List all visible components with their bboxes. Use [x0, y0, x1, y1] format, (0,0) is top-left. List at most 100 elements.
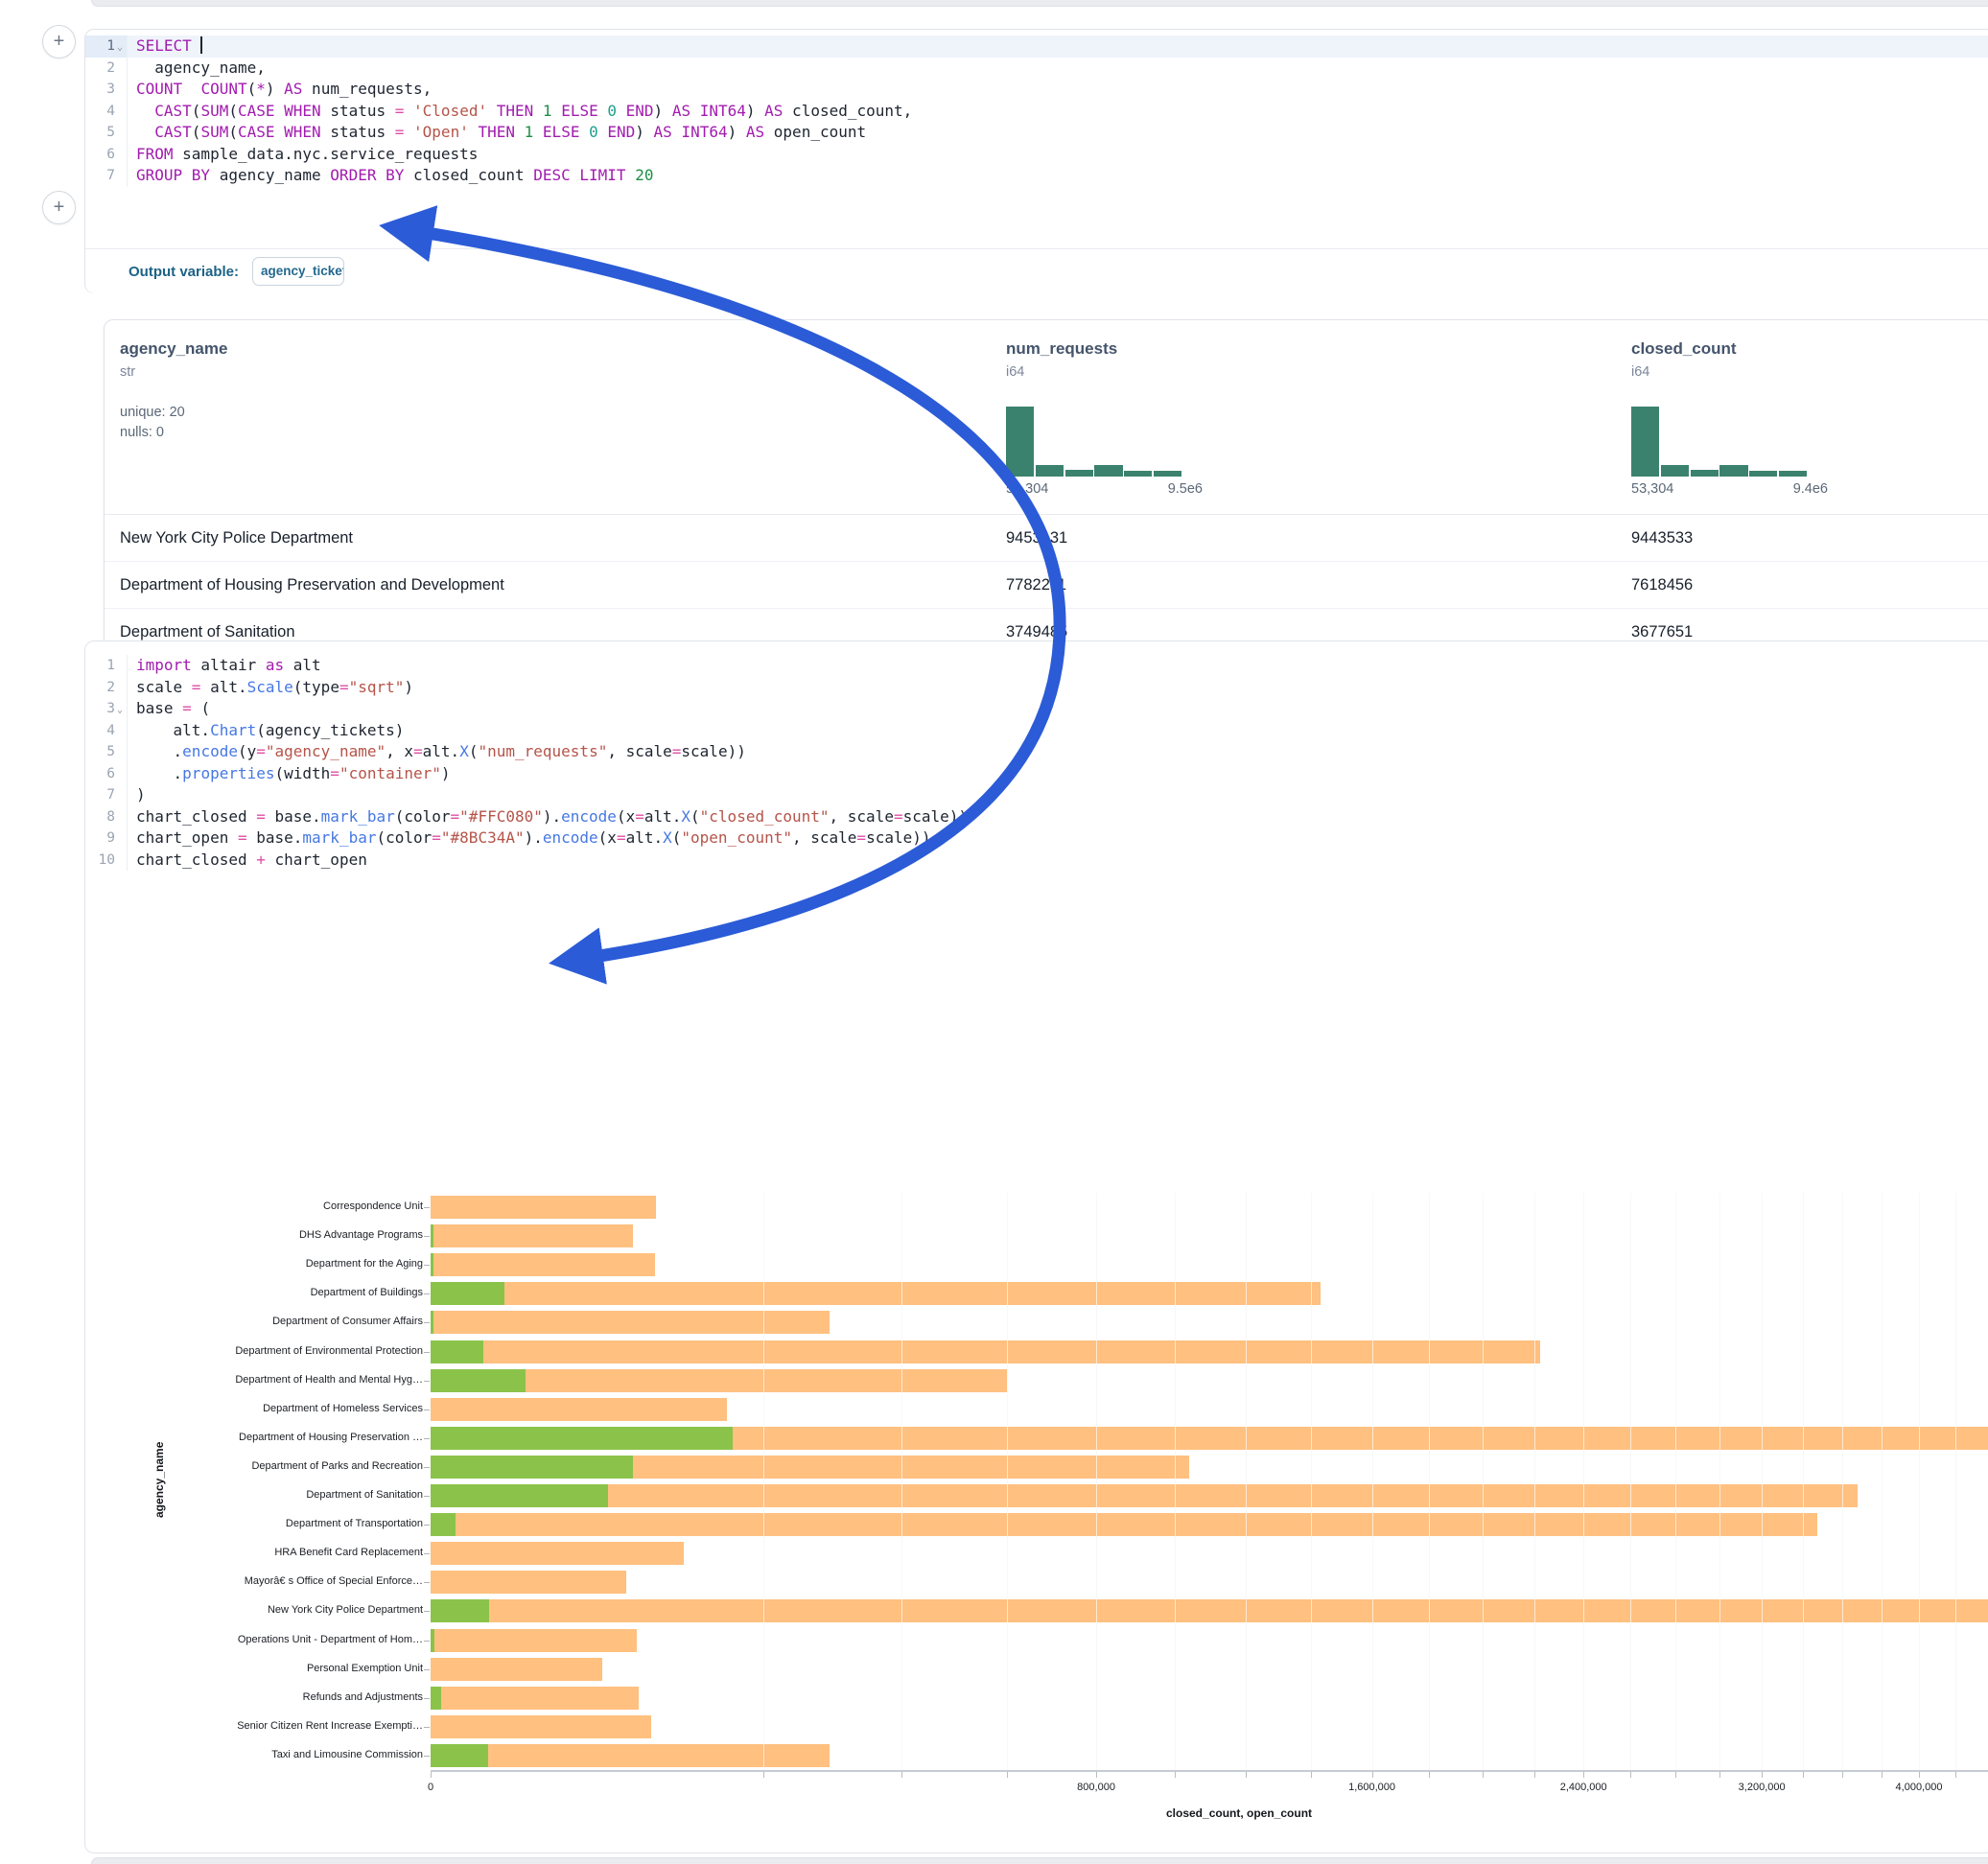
- bar-closed-count[interactable]: [431, 1513, 1817, 1536]
- sql-cell: 1⌄SELECT 2 agency_name,3COUNT COUNT(*) A…: [84, 29, 1988, 293]
- y-axis-tick: [424, 1352, 430, 1353]
- x-axis-tick: [1762, 1772, 1763, 1778]
- code-line[interactable]: 6FROM sample_data.nyc.service_requests: [85, 144, 1988, 166]
- table-cell: 7618456: [1631, 562, 1693, 609]
- bar-closed-count[interactable]: [431, 1658, 602, 1681]
- y-axis-tick: [424, 1293, 430, 1294]
- line-number: 6: [85, 144, 128, 166]
- fold-chevron-icon[interactable]: ⌄: [117, 37, 123, 59]
- histogram-bin: [1719, 465, 1747, 477]
- chart-gridline-overlay: [763, 1193, 764, 1770]
- column-stats: unique: 20nulls: 0: [120, 403, 408, 443]
- y-axis-title: agency_name: [152, 1442, 166, 1518]
- x-axis-tick: [1919, 1772, 1920, 1778]
- line-number: 1⌄: [85, 35, 128, 58]
- bar-open-count[interactable]: [431, 1311, 433, 1334]
- code-line[interactable]: 1⌄SELECT: [85, 35, 1988, 58]
- add-cell-button-top[interactable]: +: [42, 25, 76, 58]
- bar-open-count[interactable]: [431, 1369, 526, 1392]
- chart-gridline-overlay: [1719, 1193, 1720, 1770]
- line-number: 4: [85, 101, 128, 123]
- column-header-closed_count[interactable]: closed_counti6453,3049.4e6: [1631, 320, 1919, 514]
- y-axis-label: Department of Environmental Protection: [135, 1345, 423, 1357]
- chart-gridline-overlay: [1246, 1193, 1247, 1770]
- bar-closed-count[interactable]: [431, 1571, 626, 1594]
- table-cell: 9453131: [1006, 515, 1067, 562]
- y-axis-tick: [424, 1698, 430, 1699]
- x-axis-tick: [1175, 1772, 1176, 1778]
- code-line[interactable]: 2 agency_name,: [85, 58, 1988, 80]
- bar-closed-count[interactable]: [431, 1253, 655, 1276]
- bar-open-count[interactable]: [431, 1340, 483, 1363]
- bar-open-count[interactable]: [431, 1224, 433, 1247]
- bar-closed-count[interactable]: [431, 1484, 1858, 1507]
- x-axis-tick: [1429, 1772, 1430, 1778]
- column-histogram: [1631, 407, 1807, 477]
- y-axis-label: Department of Parks and Recreation: [135, 1460, 423, 1472]
- y-axis-label: Refunds and Adjustments: [135, 1691, 423, 1703]
- line-number: 2: [85, 58, 128, 80]
- bar-closed-count[interactable]: [431, 1599, 1988, 1622]
- sql-code-editor[interactable]: 1⌄SELECT 2 agency_name,3COUNT COUNT(*) A…: [85, 30, 1988, 187]
- column-header-num_requests[interactable]: num_requestsi6453,3049.5e6: [1006, 320, 1294, 514]
- x-axis-tick: [1719, 1772, 1720, 1778]
- bar-open-count[interactable]: [431, 1599, 489, 1622]
- bar-closed-count[interactable]: [431, 1340, 1540, 1363]
- bar-closed-count[interactable]: [431, 1744, 830, 1767]
- bar-closed-count[interactable]: [431, 1398, 727, 1421]
- bar-open-count[interactable]: [431, 1513, 456, 1536]
- bar-open-count[interactable]: [431, 1744, 488, 1767]
- code-line[interactable]: 4 CAST(SUM(CASE WHEN status = 'Closed' T…: [85, 101, 1988, 123]
- y-axis-label: Correspondence Unit: [135, 1200, 423, 1212]
- code-text: CAST(SUM(CASE WHEN status = 'Open' THEN …: [128, 122, 866, 144]
- bar-open-count[interactable]: [431, 1427, 733, 1450]
- code-line[interactable]: 7GROUP BY agency_name ORDER BY closed_co…: [85, 165, 1988, 187]
- code-text: agency_name,: [128, 58, 266, 80]
- x-axis-tick: [1483, 1772, 1484, 1778]
- table-row[interactable]: Department of Housing Preservation and D…: [105, 562, 1988, 609]
- bar-open-count[interactable]: [431, 1253, 433, 1276]
- line-number: 5: [85, 122, 128, 144]
- bar-closed-count[interactable]: [431, 1687, 639, 1710]
- x-axis-tick-label: 3,200,000: [1719, 1782, 1805, 1793]
- histogram-range-labels: 53,3049.4e6: [1631, 481, 1828, 497]
- chart-gridline-overlay: [1175, 1193, 1176, 1770]
- x-axis-tick: [1955, 1772, 1956, 1778]
- chart-gridline-overlay: [1882, 1193, 1883, 1770]
- code-line[interactable]: 5 CAST(SUM(CASE WHEN status = 'Open' THE…: [85, 122, 1988, 144]
- x-axis-tick-label: 800,000: [1053, 1782, 1139, 1793]
- previous-cell-edge: [91, 0, 1988, 7]
- bar-open-count[interactable]: [431, 1282, 504, 1305]
- bar-open-count[interactable]: [431, 1687, 441, 1710]
- chart-gridline-overlay: [1675, 1193, 1676, 1770]
- y-axis-label: Department of Transportation: [135, 1518, 423, 1529]
- bar-closed-count[interactable]: [431, 1311, 830, 1334]
- chart-gridline-overlay: [1483, 1193, 1484, 1770]
- bar-closed-count[interactable]: [431, 1629, 637, 1652]
- chart-gridline-overlay: [1429, 1193, 1430, 1770]
- bar-closed-count[interactable]: [431, 1224, 633, 1247]
- add-cell-button-mid[interactable]: +: [42, 191, 76, 224]
- table-header: agency_namestrunique: 20nulls: 0 num_requ…: [105, 320, 1988, 515]
- y-axis-label: Department of Sanitation: [135, 1489, 423, 1501]
- chart-gridline-overlay: [1583, 1193, 1584, 1770]
- y-axis-tick: [424, 1727, 430, 1728]
- output-variable-pill[interactable]: agency_tickets: [252, 257, 344, 286]
- column-header-agency_name[interactable]: agency_namestrunique: 20nulls: 0: [120, 320, 408, 514]
- bar-open-count[interactable]: [431, 1484, 608, 1507]
- bar-closed-count[interactable]: [431, 1196, 656, 1219]
- table-row[interactable]: New York City Police Department945313194…: [105, 515, 1988, 562]
- x-axis-title: closed_count, open_count: [1166, 1806, 1312, 1820]
- bar-closed-count[interactable]: [431, 1282, 1321, 1305]
- code-text: COUNT COUNT(*) AS num_requests,: [128, 79, 432, 101]
- x-axis-tick: [1096, 1772, 1097, 1778]
- bar-open-count[interactable]: [431, 1629, 434, 1652]
- histogram-bin: [1094, 465, 1122, 477]
- bar-closed-count[interactable]: [431, 1542, 684, 1565]
- histogram-bin: [1036, 465, 1064, 477]
- bar-open-count[interactable]: [431, 1456, 633, 1479]
- y-axis-tick: [424, 1207, 430, 1208]
- bar-closed-count[interactable]: [431, 1715, 651, 1738]
- code-line[interactable]: 3COUNT COUNT(*) AS num_requests,: [85, 79, 1988, 101]
- code-text: GROUP BY agency_name ORDER BY closed_cou…: [128, 165, 653, 187]
